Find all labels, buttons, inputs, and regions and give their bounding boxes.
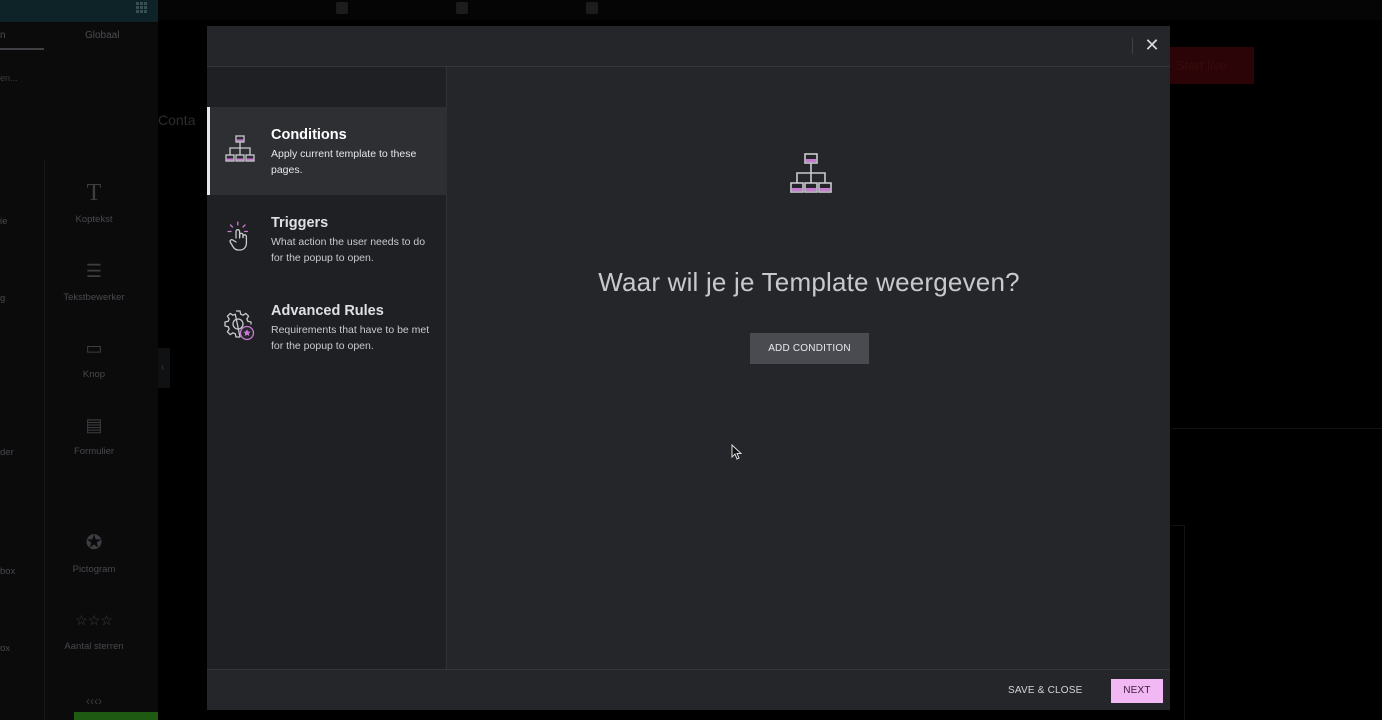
button-icon: ▭ [85,338,103,358]
phone-icon [336,2,348,14]
grid-menu-icon[interactable] [136,2,148,14]
text-editor-icon: ☰ [85,261,103,281]
widget-label: Tekstbewerker [63,292,125,303]
star-rating-icon: ☆☆☆ [75,612,113,628]
widget-label: Knop [82,369,106,380]
nav-item-conditions[interactable]: Conditions Apply current template to the… [207,107,447,195]
tab-global[interactable]: Globaal [85,30,119,41]
nav-item-triggers[interactable]: Triggers What action the user needs to d… [207,195,447,283]
publish-bar[interactable] [74,712,158,720]
next-button[interactable]: NEXT [1111,679,1163,703]
nav-title: Triggers [271,215,329,231]
widget-heading[interactable]: T Koptekst [44,180,144,225]
nav-title: Advanced Rules [271,303,384,319]
widget-star-rating[interactable]: ☆☆☆ Aantal sterren [44,607,144,652]
add-condition-button[interactable]: ADD CONDITION [750,333,869,364]
widget-label-partial: ie [0,216,8,227]
widget-icon[interactable]: ✪ Pictogram [44,530,144,575]
header-separator [1132,38,1133,54]
widget-label-partial: box [0,566,16,577]
widget-label: Aantal sterren [64,641,124,652]
conditions-headline: Waar wil je je Template weergeven? [598,267,1020,297]
form-icon: ▤ [85,415,103,435]
widget-label: Koptekst [75,214,113,225]
contact-heading: Conta [158,112,196,128]
active-tab-indicator [0,48,44,50]
save-close-button[interactable]: SAVE & CLOSE [1008,685,1082,696]
sitemap-icon [225,135,255,162]
tab-elements[interactable]: n [0,30,6,41]
mail-icon [456,2,468,14]
widget-form[interactable]: ▤ Formulier [44,412,144,457]
location-icon [586,2,598,14]
gear-star-icon [224,310,255,341]
cta-button[interactable]: Start live [1158,47,1254,84]
nav-description: Requirements that have to be met for the… [271,324,430,352]
section-frame [1171,525,1185,720]
nav-item-advanced-rules[interactable]: Advanced Rules Requirements that have to… [207,283,447,371]
widget-label-partial: der [0,447,14,458]
sidebar-collapse-handle[interactable]: ‹ [158,348,170,388]
widget-label: Formulier [73,446,115,457]
chevron-left-icon: ‹ [161,362,165,373]
conditions-panel: Waar wil je je Template weergeven? ADD C… [448,67,1170,669]
mouse-cursor-icon [731,444,743,460]
settings-nav: Conditions Apply current template to the… [207,67,447,669]
nav-description: What action the user needs to do for the… [271,236,426,264]
site-topbar [158,0,1382,20]
heading-icon: T [86,180,102,206]
widget-label: Pictogram [72,564,116,575]
widget-text-editor[interactable]: ☰ Tekstbewerker [44,258,144,303]
widget-button[interactable]: ▭ Knop [44,335,144,380]
widget-label-partial: ox [0,643,11,654]
modal-header: ✕ [207,26,1170,67]
widget-search-input[interactable]: en... [0,73,18,83]
nav-title: Conditions [271,127,347,143]
close-icon[interactable]: ✕ [1143,35,1161,55]
sitemap-icon [790,153,832,193]
publish-settings-modal: ✕ Conditions Apply current template to t… [207,26,1170,710]
chevrons-icon: ‹‹‹› [86,694,102,708]
section-divider [1171,428,1382,429]
cta-button-label: Start live [1176,58,1227,73]
modal-footer: SAVE & CLOSE NEXT [207,669,1170,710]
star-circle-icon: ✪ [85,532,103,554]
hand-click-icon [227,221,249,251]
nav-description: Apply current template to these pages. [271,148,417,176]
widget-label-partial: g [0,293,6,304]
editor-sidebar-header [0,0,158,22]
